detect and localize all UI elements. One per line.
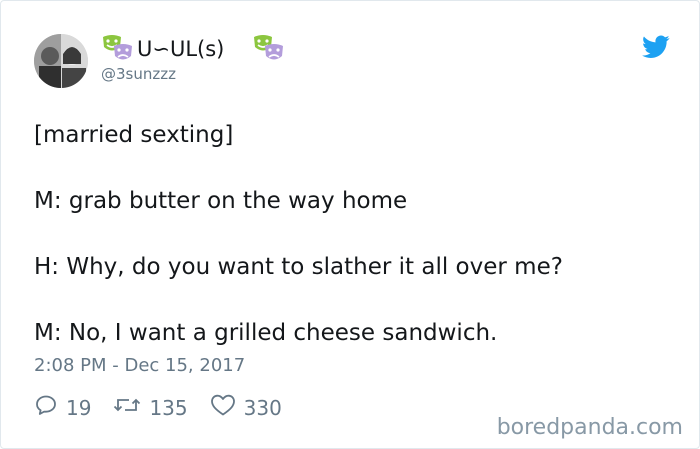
heart-icon [210, 393, 244, 422]
tweet-line: [married sexting] [34, 122, 234, 148]
tweet-timestamp[interactable]: 2:08 PM - Dec 15, 2017 [34, 355, 245, 376]
tweet-line: M: grab butter on the way home [34, 188, 408, 214]
twitter-bird-icon[interactable] [642, 35, 670, 59]
tweet-actions: 19 135 330 [34, 393, 304, 422]
watermark: boredpanda.com [496, 415, 683, 440]
tweet-text: [married sexting] M: grab butter on the … [34, 119, 674, 383]
performing-arts-icon [252, 34, 286, 64]
like-button[interactable]: 330 [210, 393, 282, 422]
display-name: U∽UL(s) [137, 37, 225, 61]
retweet-button[interactable]: 135 [113, 393, 188, 422]
reply-button[interactable]: 19 [34, 393, 91, 422]
performing-arts-icon [101, 34, 135, 64]
like-count: 330 [243, 395, 282, 420]
tweet-card: U∽UL(s) @3sunzzz [married sexting] M: gr… [0, 0, 700, 449]
retweet-count: 135 [149, 395, 188, 420]
reply-count: 19 [66, 395, 92, 420]
tweet-line: H: Why, do you want to slather it all ov… [34, 254, 563, 280]
user-handle[interactable]: @3sunzzz [101, 65, 176, 83]
avatar[interactable] [34, 34, 88, 88]
retweet-icon [113, 393, 149, 422]
tweet-line: M: No, I want a grilled cheese sandwich. [34, 320, 498, 346]
user-name-row[interactable]: U∽UL(s) [101, 34, 286, 64]
reply-icon [34, 393, 66, 422]
